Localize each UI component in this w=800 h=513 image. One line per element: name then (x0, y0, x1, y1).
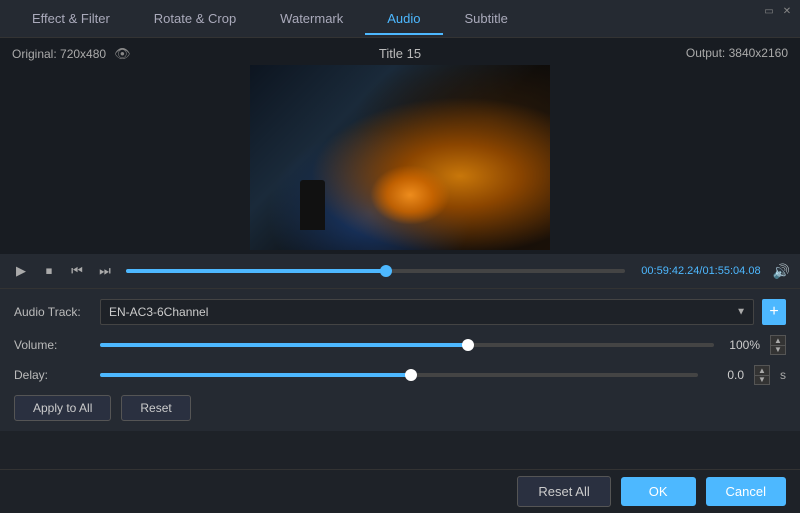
volume-slider-thumb[interactable] (462, 339, 474, 351)
tab-audio[interactable]: Audio (365, 3, 442, 34)
tab-rotate-crop[interactable]: Rotate & Crop (132, 3, 258, 34)
delay-slider-wrapper (100, 373, 698, 377)
volume-label: Volume: (14, 338, 92, 352)
add-track-button[interactable]: + (762, 299, 786, 325)
volume-increment-button[interactable]: ▲ (770, 335, 786, 345)
progress-thumb[interactable] (380, 265, 392, 277)
volume-value: 100% (722, 338, 760, 352)
tab-watermark[interactable]: Watermark (258, 3, 365, 34)
delay-value: 0.0 (706, 368, 744, 382)
bottom-bar: Reset All OK Cancel (0, 469, 800, 513)
apply-to-all-button[interactable]: Apply to All (14, 395, 111, 421)
volume-slider-wrapper (100, 343, 714, 347)
video-thumbnail (250, 65, 550, 250)
audio-track-select[interactable]: EN-AC3-6Channel EN-AC3-2Channel (100, 299, 754, 325)
eye-icon[interactable]: 👁 (114, 46, 131, 62)
delay-slider-thumb[interactable] (405, 369, 417, 381)
audio-track-label: Audio Track: (14, 305, 92, 319)
delay-row: Delay: 0.0 ▲ ▼ s (14, 365, 786, 385)
volume-slider-fill (100, 343, 468, 347)
title-bar: ▭ ✕ (756, 0, 800, 22)
delay-unit-label: s (780, 368, 786, 382)
delay-label: Delay: (14, 368, 92, 382)
original-resolution: Original: 720x480 (12, 47, 106, 61)
delay-slider-fill (100, 373, 411, 377)
delay-decrement-button[interactable]: ▼ (754, 375, 770, 385)
tab-effect-filter[interactable]: Effect & Filter (10, 3, 132, 34)
video-frame (250, 65, 550, 250)
prev-button[interactable]: ⏮ (66, 260, 88, 282)
tabs-bar: Effect & Filter Rotate & Crop Watermark … (0, 0, 800, 38)
fire-effect (370, 165, 450, 225)
audio-track-dropdown-wrapper: EN-AC3-6Channel EN-AC3-2Channel ▼ (100, 299, 754, 325)
progress-fill (126, 269, 386, 273)
playback-controls: ▶ ⏹ ⏮ ⏭ 00:59:42.24/01:55:04.08 🔊 (0, 254, 800, 288)
person-silhouette (300, 180, 325, 230)
close-button[interactable]: ✕ (780, 4, 794, 18)
time-display: 00:59:42.24/01:55:04.08 (641, 265, 760, 277)
delay-slider-track[interactable] (100, 373, 698, 377)
tab-subtitle[interactable]: Subtitle (443, 3, 530, 34)
play-button[interactable]: ▶ (10, 260, 32, 282)
output-resolution: Output: 3840x2160 (686, 46, 788, 60)
delay-increment-button[interactable]: ▲ (754, 365, 770, 375)
preview-title: Title 15 (379, 46, 421, 61)
progress-bar[interactable] (126, 269, 625, 273)
delay-spinner: ▲ ▼ (754, 365, 770, 385)
ok-button[interactable]: OK (621, 477, 696, 506)
volume-row: Volume: 100% ▲ ▼ (14, 335, 786, 355)
volume-icon[interactable]: 🔊 (773, 263, 790, 280)
volume-decrement-button[interactable]: ▼ (770, 345, 786, 355)
volume-slider-track[interactable] (100, 343, 714, 347)
reset-button[interactable]: Reset (121, 395, 190, 421)
reset-all-button[interactable]: Reset All (517, 476, 610, 507)
preview-area: Original: 720x480 👁 Output: 3840x2160 Ti… (0, 38, 800, 254)
minimize-button[interactable]: ▭ (762, 4, 776, 18)
volume-spinner: ▲ ▼ (770, 335, 786, 355)
next-button[interactable]: ⏭ (94, 260, 116, 282)
preview-meta: Original: 720x480 👁 (12, 46, 131, 62)
audio-track-row: Audio Track: EN-AC3-6Channel EN-AC3-2Cha… (14, 299, 786, 325)
audio-settings: Audio Track: EN-AC3-6Channel EN-AC3-2Cha… (0, 289, 800, 431)
stop-button[interactable]: ⏹ (38, 260, 60, 282)
cancel-button[interactable]: Cancel (706, 477, 786, 506)
action-row: Apply to All Reset (14, 395, 786, 421)
